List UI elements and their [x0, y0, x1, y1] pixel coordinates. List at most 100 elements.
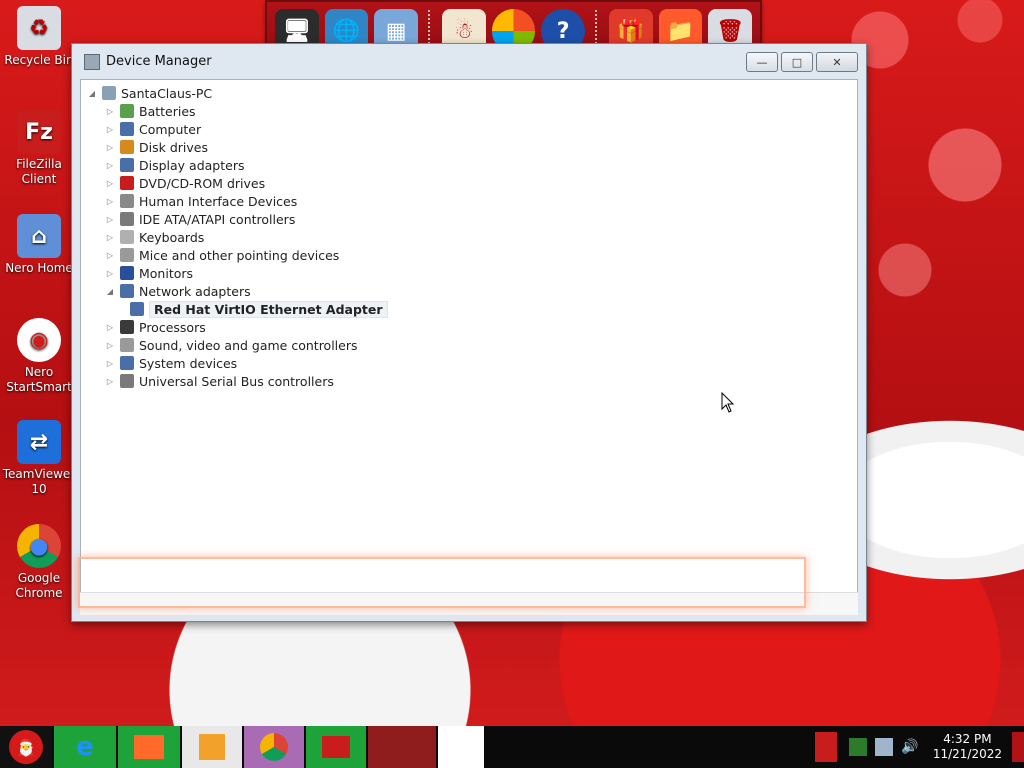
desktop-icon-filezilla[interactable]: Fz FileZilla Client [0, 110, 78, 187]
desktop-icon-label: Recycle Bin [4, 53, 74, 67]
chrome-icon: ● [17, 524, 61, 568]
toolbox-icon [322, 736, 350, 758]
tree-category-item[interactable]: ▷ DVD/CD-ROM drives [81, 174, 857, 192]
monitor-icon [120, 266, 134, 280]
expand-icon[interactable]: ▷ [105, 161, 115, 170]
expand-icon[interactable]: ▷ [105, 359, 115, 368]
tree-category-label: IDE ATA/ATAPI controllers [139, 211, 296, 227]
display-icon [120, 158, 134, 172]
tree-category-label: DVD/CD-ROM drives [139, 175, 266, 191]
desktop-icon-label: FileZilla Client [16, 157, 62, 186]
ie-icon: e [76, 732, 94, 762]
tree-category-item[interactable]: ▷ Disk drives [81, 138, 857, 156]
expand-icon[interactable]: ▷ [105, 107, 115, 116]
tray-app-icon[interactable] [815, 732, 838, 762]
system-icon [120, 356, 134, 370]
sound-icon [120, 338, 134, 352]
window-title: Device Manager [106, 54, 212, 69]
expand-icon[interactable]: ▷ [105, 233, 115, 242]
minimize-button[interactable]: — [746, 52, 778, 72]
desktop-icon-label: Nero StartSmart [6, 365, 72, 394]
recycle-bin-icon: ♻ [17, 6, 61, 50]
tree-category-item[interactable]: ▷ System devices [81, 354, 857, 372]
expand-icon[interactable]: ▷ [105, 269, 115, 278]
battery-icon [120, 104, 134, 118]
tree-category-item[interactable]: ▷ Display adapters [81, 156, 857, 174]
taskbar-chrome[interactable] [244, 726, 304, 768]
tree-category-label: Universal Serial Bus controllers [139, 373, 334, 389]
tree-category-label: Monitors [139, 265, 194, 281]
tree-category-label: Processors [139, 319, 206, 335]
taskbar: 🎅 e 🔊 4:32 PM 11/21/2022 [0, 726, 1024, 768]
taskbar-ie[interactable]: e [54, 726, 116, 768]
tree-root[interactable]: ◢ SantaClaus-PC [81, 84, 857, 102]
teamviewer-icon: ⇄ [17, 420, 61, 464]
tree-device-item[interactable]: Red Hat VirtIO Ethernet Adapter [81, 300, 857, 318]
system-tray: 🔊 4:32 PM 11/21/2022 [815, 726, 1024, 768]
usb-icon [120, 374, 134, 388]
tree-category-label: System devices [139, 355, 238, 371]
desktop-icon-nero-startsmart[interactable]: ◉ Nero StartSmart [0, 318, 78, 395]
tree-category-item[interactable]: ▷ Human Interface Devices [81, 192, 857, 210]
clock-date: 11/21/2022 [932, 747, 1002, 761]
collapse-icon[interactable]: ◢ [87, 89, 97, 98]
desktop-icon-recycle-bin[interactable]: ♻ Recycle Bin [0, 6, 78, 68]
keyboard-icon [120, 230, 134, 244]
explorer-icon [134, 735, 164, 759]
device-manager-icon [84, 53, 100, 70]
tree-category-item[interactable]: ▷ Batteries [81, 102, 857, 120]
expand-icon[interactable]: ▷ [105, 341, 115, 350]
device-manager-window: Device Manager — □ ✕ ◢ SantaClaus-PC ▷ Ba… [71, 43, 867, 622]
desktop-icon-teamviewer[interactable]: ⇄ TeamViewer 10 [0, 420, 78, 497]
expand-icon[interactable]: ▷ [105, 323, 115, 332]
expand-icon[interactable]: ▷ [105, 125, 115, 134]
window-controls: — □ ✕ [746, 52, 858, 72]
tree-category-label: Keyboards [139, 229, 205, 245]
network-icon[interactable] [875, 738, 894, 756]
start-icon: 🎅 [9, 730, 43, 764]
tree-category-item[interactable]: ▷ Keyboards [81, 228, 857, 246]
show-desktop-button[interactable] [1012, 732, 1024, 762]
tree-category-item[interactable]: ▷ Universal Serial Bus controllers [81, 372, 857, 390]
taskbar-blank-slot[interactable] [438, 726, 484, 768]
tree-category-label: Human Interface Devices [139, 193, 298, 209]
maximize-button[interactable]: □ [781, 52, 813, 72]
mouse-cursor-icon [721, 392, 735, 413]
tree-category-label: Disk drives [139, 139, 208, 155]
expand-icon[interactable]: ▷ [105, 143, 115, 152]
start-button[interactable]: 🎅 [0, 726, 52, 768]
collapse-icon[interactable]: ◢ [105, 287, 115, 296]
taskbar-empty-slot[interactable] [368, 726, 436, 768]
tree-category-item[interactable]: ▷ Computer [81, 120, 857, 138]
expand-icon[interactable]: ▷ [105, 197, 115, 206]
tree-category-item[interactable]: ▷ Monitors [81, 264, 857, 282]
close-button[interactable]: ✕ [816, 52, 858, 72]
hid-icon [120, 194, 134, 208]
clock[interactable]: 4:32 PM 11/21/2022 [933, 732, 1002, 762]
expand-icon[interactable]: ▷ [105, 215, 115, 224]
tray-flag-icon[interactable] [849, 738, 868, 756]
expand-icon[interactable]: ▷ [105, 377, 115, 386]
expand-icon[interactable]: ▷ [105, 179, 115, 188]
tree-category-item[interactable]: ▷ Processors [81, 318, 857, 336]
desktop-icon-label: TeamViewer 10 [2, 467, 76, 496]
disk-icon [120, 140, 134, 154]
tree-category-item[interactable]: ▷ IDE ATA/ATAPI controllers [81, 210, 857, 228]
desktop-icon-chrome[interactable]: ● Google Chrome [0, 524, 78, 601]
taskbar-explorer[interactable] [118, 726, 180, 768]
expand-icon[interactable]: ▷ [105, 251, 115, 260]
filezilla-icon: Fz [17, 110, 61, 154]
tree-category-item[interactable]: ◢ Network adapters [81, 282, 857, 300]
taskbar-toolbox[interactable] [306, 726, 366, 768]
tree-category-item[interactable]: ▷ Mice and other pointing devices [81, 246, 857, 264]
nero-startsmart-icon: ◉ [17, 318, 61, 362]
chrome-icon [260, 733, 288, 761]
volume-icon[interactable]: 🔊 [901, 739, 918, 755]
tree-root-label: SantaClaus-PC [121, 85, 213, 101]
desktop-icon-nero-home[interactable]: ⌂ Nero Home [0, 214, 78, 276]
taskbar-media-player[interactable] [182, 726, 242, 768]
mouse-icon [120, 248, 134, 262]
tree-category-label: Computer [139, 121, 202, 137]
tree-category-item[interactable]: ▷ Sound, video and game controllers [81, 336, 857, 354]
desktop-icon-label: Google Chrome [15, 571, 63, 600]
